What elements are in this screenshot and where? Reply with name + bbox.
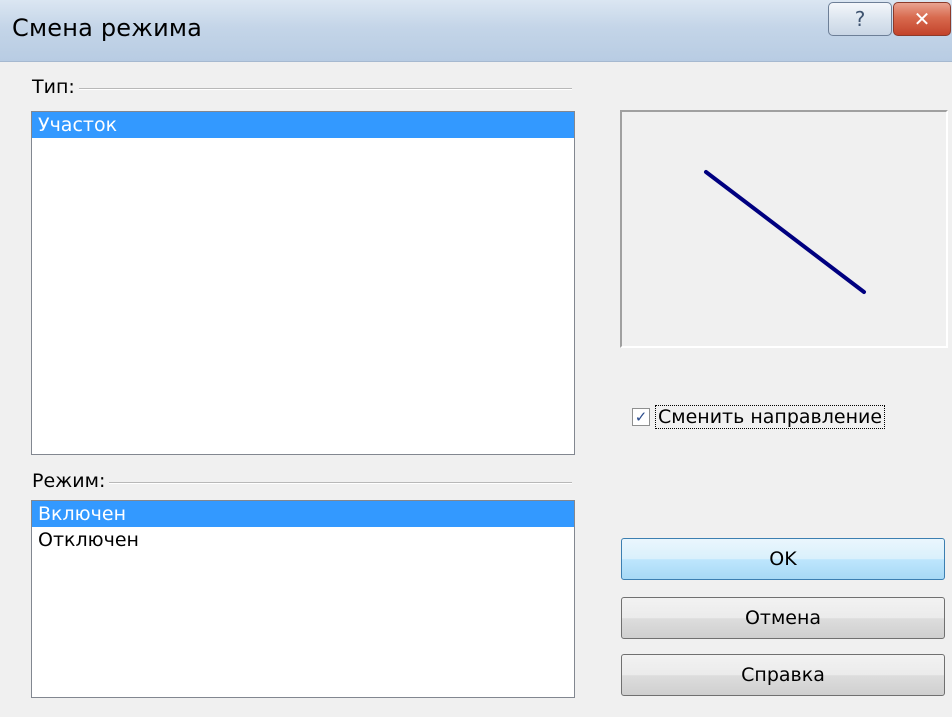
list-item[interactable]: Участок [32,112,574,138]
ok-button[interactable]: OK [621,538,945,580]
direction-line [704,170,866,294]
change-direction-checkbox[interactable]: ✓ [632,408,650,426]
mode-group-separator [32,482,572,484]
window-title: Смена режима [12,14,203,42]
dialog-window: Смена режима ? ✕ Тип: Участок Режим: Вкл… [0,0,952,717]
mode-group-label: Режим: [32,470,110,492]
cancel-button[interactable]: Отмена [621,597,945,639]
checkmark-icon: ✓ [634,408,648,426]
change-direction-row[interactable]: ✓ Сменить направление [632,405,886,429]
help-button[interactable]: Справка [621,654,945,696]
close-icon: ✕ [913,7,931,31]
list-item[interactable]: Включен [32,501,574,527]
title-bar[interactable]: Смена режима ? ✕ [0,0,952,62]
direction-preview [620,110,948,348]
mode-listbox[interactable]: Включен Отключен [31,500,575,698]
close-button[interactable]: ✕ [893,2,951,36]
type-group-label: Тип: [32,76,79,98]
help-title-button[interactable]: ? [828,2,892,36]
type-listbox[interactable]: Участок [31,111,575,455]
type-group-separator [32,88,572,90]
change-direction-label[interactable]: Сменить направление [655,405,886,429]
question-icon: ? [854,7,866,31]
direction-preview-canvas [704,170,866,294]
list-item[interactable]: Отключен [32,527,574,553]
